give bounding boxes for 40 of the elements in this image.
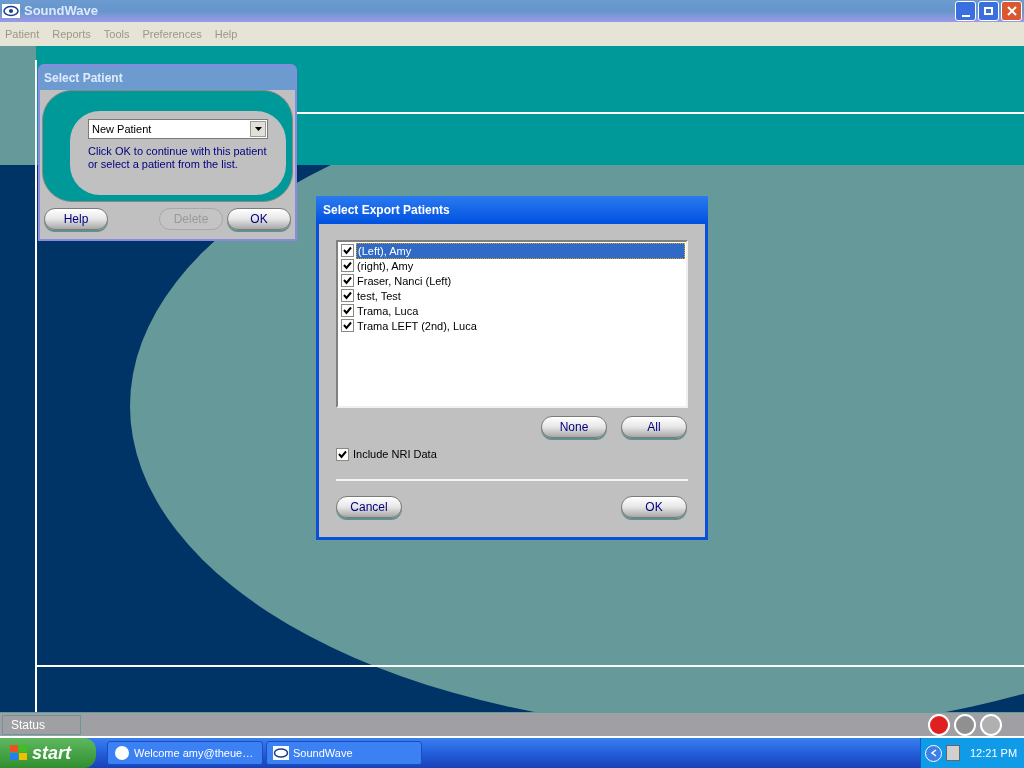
checkbox[interactable] [341,289,354,302]
dialog-title: Select Export Patients [322,202,450,219]
patient-row[interactable]: Trama, Luca [356,303,420,318]
dialog-title: Select Patient [44,70,123,87]
checkbox[interactable] [341,259,354,272]
clock-text: 12:21 PM [969,745,1018,761]
windows-flag-icon [10,745,28,761]
window-title: SoundWave [24,2,98,21]
dropdown-caret-icon[interactable] [250,121,266,137]
close-button[interactable] [1001,1,1022,21]
pill-button[interactable]: None [541,416,607,438]
checkbox[interactable] [341,244,354,257]
minimize-button[interactable] [955,1,976,21]
patient-row[interactable]: test, Test [356,288,402,303]
dropdown-value: New Patient [92,121,153,137]
checkbox-label: Include NRI Data [353,447,437,462]
eye-logo-icon [273,746,289,760]
patient-dropdown[interactable]: New Patient [88,119,268,139]
checkbox[interactable] [341,319,354,332]
status-label: Status [2,714,81,735]
eye-logo-icon [2,4,20,18]
patient-row[interactable]: (right), Amy [356,258,415,273]
close-icon [1006,6,1017,16]
patient-row[interactable]: Trama LEFT (2nd), Luca [356,318,478,333]
check-icon [338,449,347,459]
restore-button[interactable] [978,1,999,21]
chevron-left-icon[interactable] [925,744,942,762]
pill-button[interactable]: Cancel [336,495,402,518]
instruction-text: Click OK to continue with this patient or select a patient from the list. [88,145,268,171]
checkbox[interactable] [341,274,354,287]
taskbar-button[interactable]: Welcome amy@theue… [107,741,263,765]
patient-row[interactable]: (Left), Amy [356,242,685,259]
patient-row[interactable]: Fraser, Nanci (Left) [356,273,453,288]
pill-button[interactable]: Help [44,208,108,230]
pill-button[interactable]: OK [227,208,291,230]
checkbox[interactable] [341,304,354,317]
pill-button[interactable]: All [621,416,687,438]
pill-button[interactable]: OK [621,495,687,518]
checkbox[interactable] [336,447,349,461]
taskbar-button[interactable]: SoundWave [266,741,422,765]
